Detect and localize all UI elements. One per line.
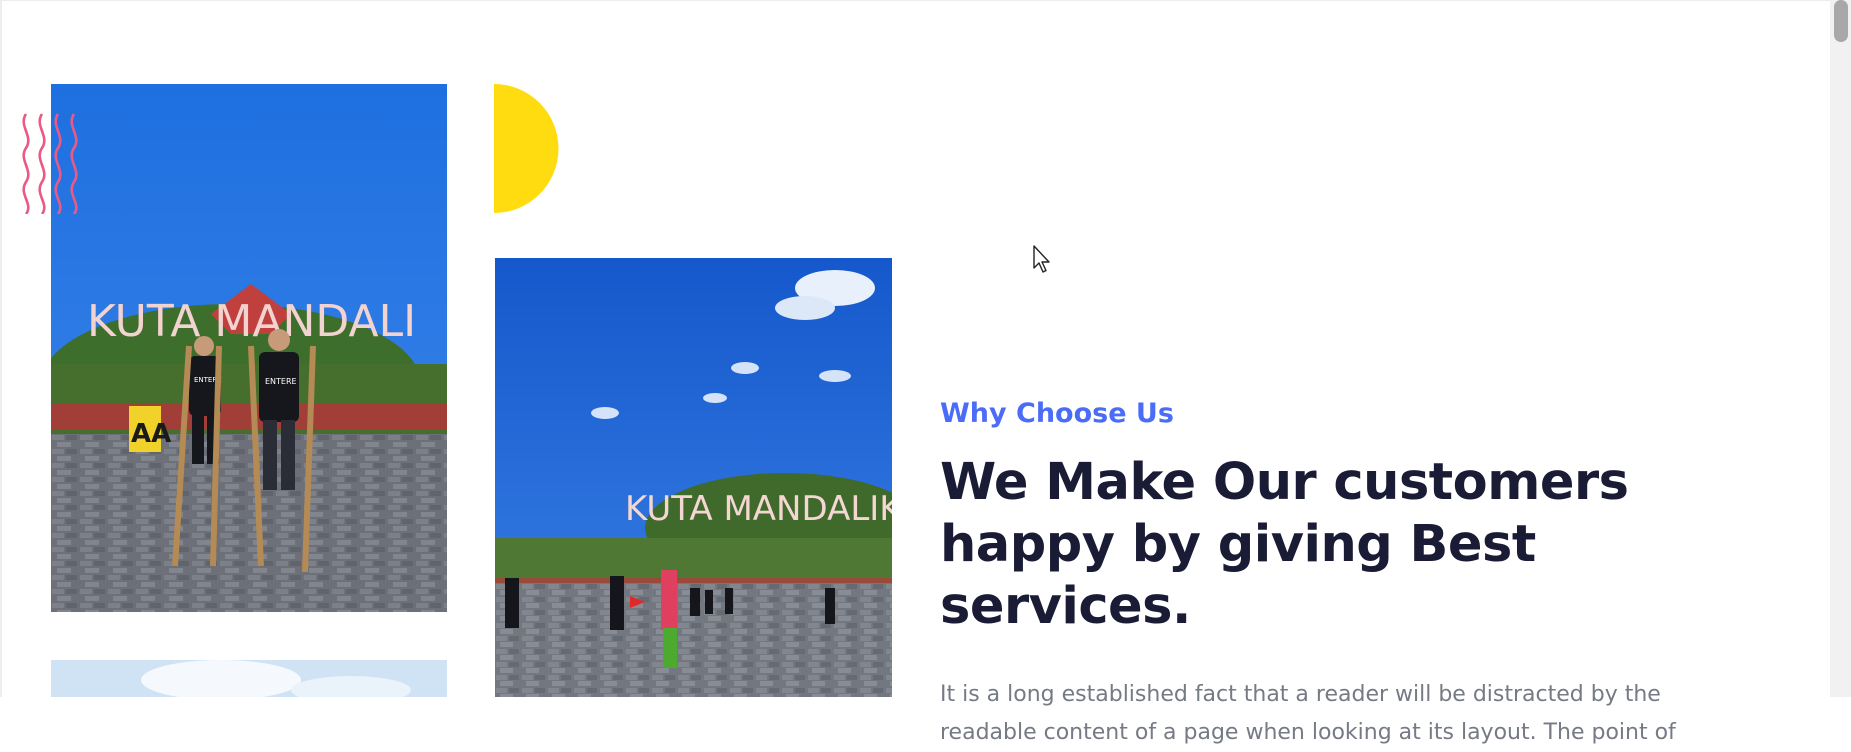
section-headline: We Make Our customers happy by giving Be… <box>940 453 1629 636</box>
page-top-border <box>0 0 1830 1</box>
vertical-scrollbar[interactable] <box>1830 0 1851 697</box>
photo-sky-clouds <box>51 660 447 697</box>
right-photo-sign-text: KUTA MANDALIK <box>625 489 892 529</box>
photo-kuta-mandalika-crowd: KUTA MANDALIK <box>495 258 892 697</box>
section-eyebrow: Why Choose Us <box>940 398 1174 429</box>
left-photo-sign-text: KUTA MANDALI <box>87 296 416 347</box>
yellow-semicircle-decoration <box>494 84 560 213</box>
wave-lines-decoration <box>20 112 78 215</box>
why-choose-us-section: Why Choose Us We Make Our customers happ… <box>940 394 1800 752</box>
photo-kuta-mandalika-stilts: KUTA MANDALI AA ENTERE ENTERE <box>51 84 447 612</box>
left-photo-board-text: AA <box>131 419 171 449</box>
mouse-pointer-icon <box>1032 244 1052 274</box>
section-body-text: It is a long established fact that a rea… <box>940 682 1676 745</box>
page-left-border <box>0 0 2 697</box>
scrollbar-thumb[interactable] <box>1834 0 1848 42</box>
shirt-text-2: ENTERE <box>265 377 297 386</box>
